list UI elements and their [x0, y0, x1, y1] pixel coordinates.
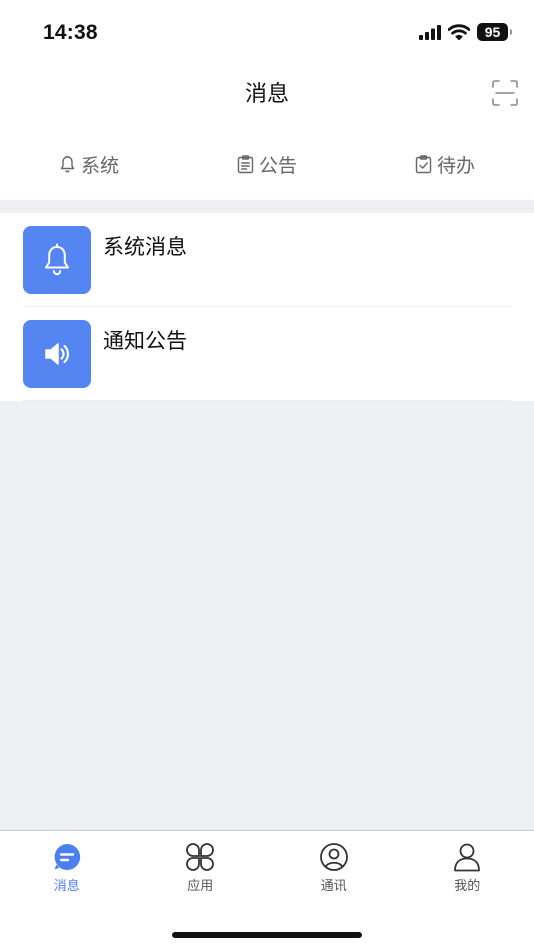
contact-icon: [319, 843, 348, 871]
tabbar-item-apps[interactable]: 应用: [134, 831, 268, 901]
status-icons: 95: [419, 23, 512, 41]
home-indicator: [172, 932, 362, 938]
status-time: 14:38: [43, 21, 98, 44]
nav-bar: 消息: [0, 62, 534, 128]
system-message-icon-box: [23, 226, 91, 294]
tabbar-label: 通讯: [320, 879, 347, 894]
tab-label: 公告: [258, 154, 297, 177]
tab-label: 系统: [80, 154, 119, 177]
bell-icon: [45, 243, 69, 276]
status-bar: 14:38 95: [0, 0, 534, 62]
category-tabs: 系统 公告 待办: [0, 128, 534, 200]
clipboard-icon: [237, 154, 254, 173]
tab-announcement[interactable]: 公告: [178, 128, 356, 200]
tabbar-item-contacts[interactable]: 通讯: [267, 831, 401, 901]
page-title: 消息: [244, 82, 289, 107]
list-item-label: 通知公告: [103, 329, 187, 353]
tabbar-item-messages[interactable]: 消息: [0, 831, 134, 901]
announcement-icon-box: [23, 320, 91, 388]
apps-icon: [186, 843, 215, 871]
battery-indicator: 95: [477, 23, 512, 41]
list-item-label: 系统消息: [103, 235, 187, 259]
speaker-icon: [45, 343, 69, 365]
message-list: 系统消息 通知公告: [0, 213, 534, 401]
scan-icon[interactable]: [492, 80, 518, 106]
tab-todo[interactable]: 待办: [356, 128, 534, 200]
divider: [23, 400, 511, 401]
tab-system[interactable]: 系统: [0, 128, 178, 200]
tab-label: 待办: [436, 154, 475, 177]
list-item-announcements[interactable]: 通知公告: [0, 307, 534, 401]
signal-icon: [419, 24, 441, 40]
tabbar-label: 我的: [454, 879, 481, 894]
user-icon: [454, 843, 481, 872]
chat-icon: [54, 843, 80, 870]
clipboard-check-icon: [415, 154, 432, 173]
bell-icon: [60, 155, 75, 172]
tabbar-item-profile[interactable]: 我的: [401, 831, 534, 901]
tabbar-label: 应用: [187, 879, 214, 894]
wifi-icon: [448, 24, 470, 40]
tabbar-label: 消息: [53, 879, 80, 894]
list-item-system-messages[interactable]: 系统消息: [0, 213, 534, 307]
